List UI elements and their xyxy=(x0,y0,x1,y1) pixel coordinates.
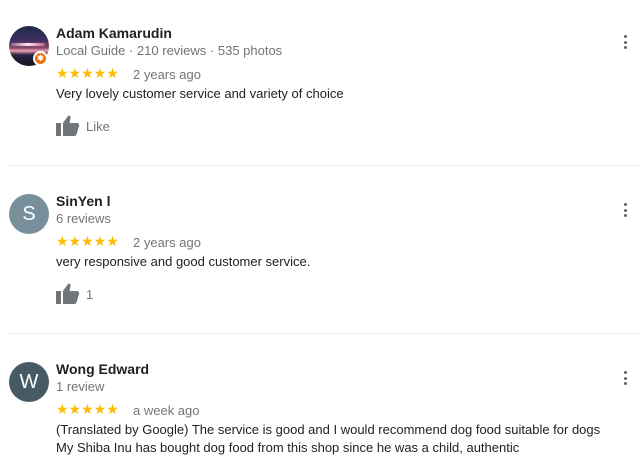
more-options-button[interactable] xyxy=(618,368,632,388)
like-count: 1 xyxy=(86,286,94,302)
like-button[interactable]: 1 xyxy=(56,283,93,305)
avatar-initial: W xyxy=(19,370,39,393)
reviewer-meta: Local Guide · 210 reviews · 535 photos xyxy=(56,43,283,58)
reviewer-name[interactable]: Adam Kamarudin xyxy=(56,25,172,41)
like-button[interactable]: Like xyxy=(56,115,110,137)
reviewer-avatar[interactable]: W xyxy=(9,362,49,402)
more-options-button[interactable] xyxy=(618,32,632,52)
star-rating: ★★★★★ xyxy=(56,233,119,249)
review-date: a week ago xyxy=(133,403,200,418)
star-rating: ★★★★★ xyxy=(56,65,119,81)
like-label: Like xyxy=(86,118,110,134)
reviewer-name[interactable]: Wong Edward xyxy=(56,361,149,377)
review-text: very responsive and good customer servic… xyxy=(56,254,311,269)
more-options-button[interactable] xyxy=(618,200,632,220)
review-date: 2 years ago xyxy=(133,67,201,82)
avatar-initial: S xyxy=(22,202,36,225)
reviewer-name[interactable]: SinYen l xyxy=(56,193,110,209)
review-card: S SinYen l 6 reviews ★★★★★ 2 years ago v… xyxy=(0,166,640,333)
thumbs-up-icon xyxy=(56,115,80,136)
star-rating: ★★★★★ xyxy=(56,401,119,417)
reviewer-meta: 1 review xyxy=(56,379,105,394)
review-text: Very lovely customer service and variety… xyxy=(56,86,344,101)
thumbs-up-icon xyxy=(56,283,80,304)
review-card: ✱ Adam Kamarudin Local Guide · 210 revie… xyxy=(0,0,640,165)
reviewer-meta: 6 reviews xyxy=(56,211,111,226)
review-date: 2 years ago xyxy=(133,235,201,250)
review-card: W Wong Edward 1 review ★★★★★ a week ago … xyxy=(0,334,640,476)
review-text-line: (Translated by Google) The service is go… xyxy=(56,422,601,437)
local-guide-badge-icon: ✱ xyxy=(33,51,48,66)
review-text-line: My Shiba Inu has bought dog food from th… xyxy=(56,440,520,455)
reviewer-avatar[interactable]: S xyxy=(9,194,49,234)
